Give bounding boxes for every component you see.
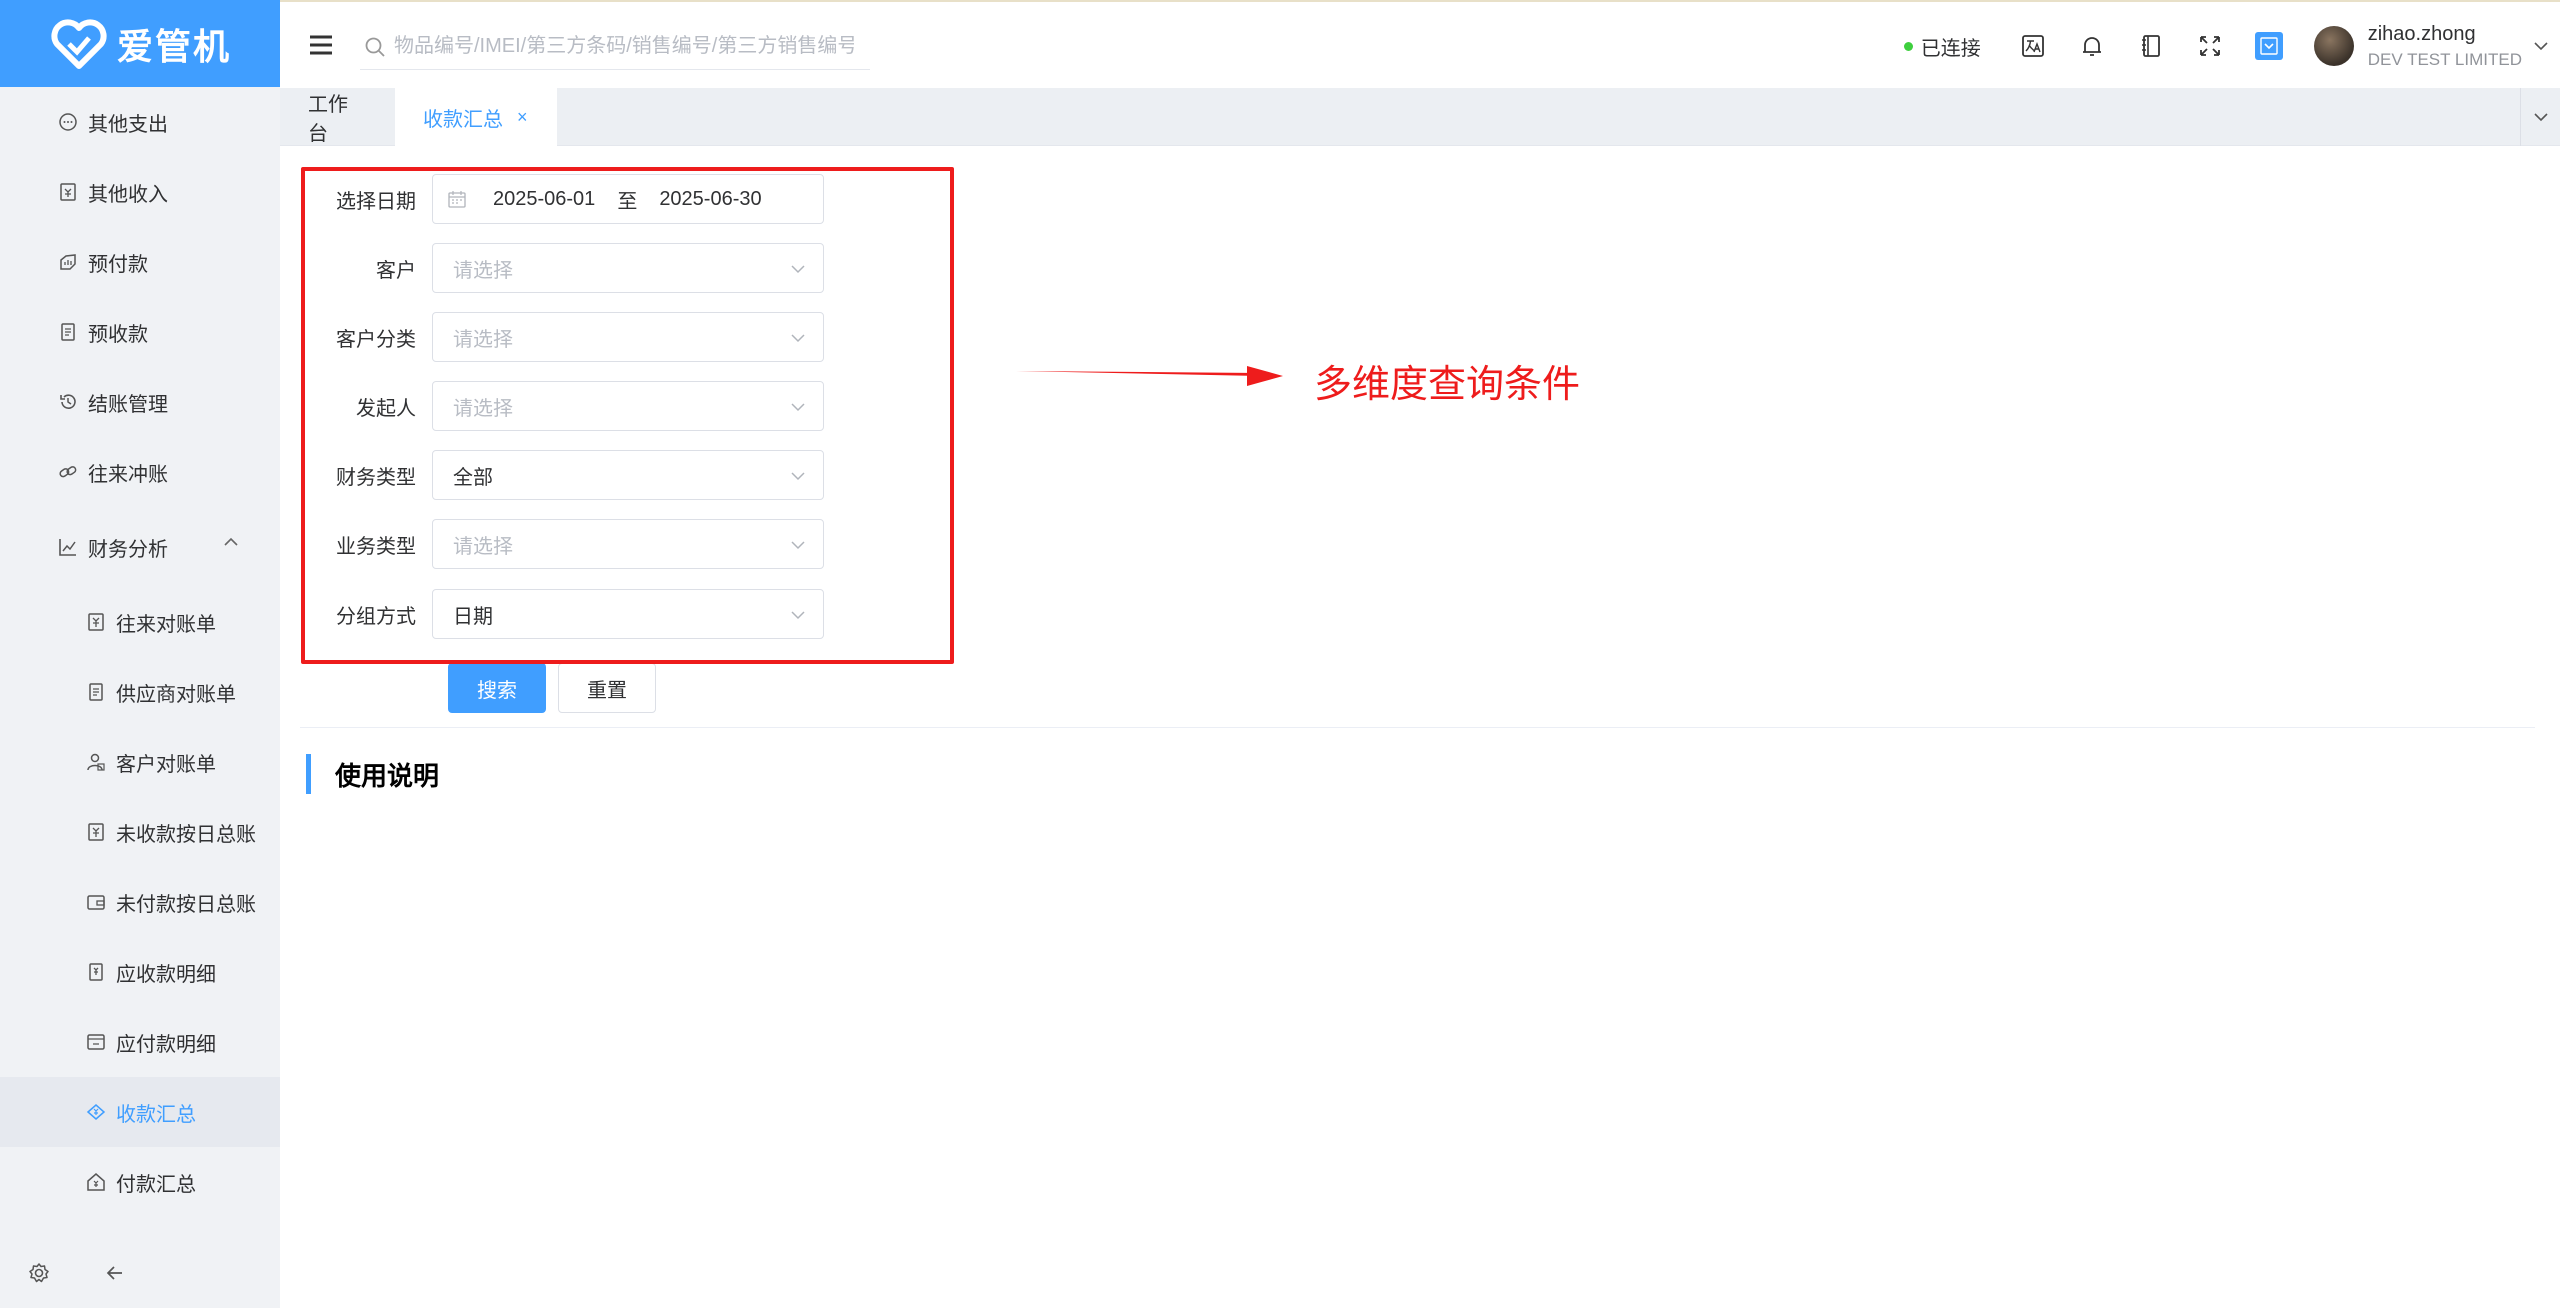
sidebar-item-label: 结账管理	[88, 393, 168, 416]
chevron-down-icon	[2533, 113, 2548, 122]
brand-logo[interactable]: 爱管机	[0, 0, 280, 87]
payment-icon	[86, 1172, 106, 1192]
search-icon	[365, 37, 385, 57]
sidebar-subitem-payable-detail[interactable]: 应付款明细	[0, 1007, 280, 1077]
sidebar-item-closing[interactable]: 结账管理	[0, 367, 280, 437]
chart-icon	[58, 537, 78, 557]
sidebar-subitem-receivable-detail[interactable]: 应收款明细	[0, 937, 280, 1007]
sidebar-subitem-supplier-statement[interactable]: 供应商对账单	[0, 657, 280, 727]
sidebar-item-label: 收款汇总	[116, 1103, 196, 1126]
wallet-icon	[86, 892, 106, 912]
close-icon[interactable]: ×	[517, 107, 528, 128]
sidebar-item-other-income[interactable]: 其他收入	[0, 157, 280, 227]
annotation-highlight-box	[301, 167, 954, 664]
link-icon	[58, 462, 78, 482]
yen-document-icon	[86, 612, 106, 632]
translate-icon[interactable]	[2019, 32, 2047, 60]
receipt-icon	[86, 962, 106, 982]
sidebar-footer	[0, 1238, 280, 1308]
sidebar-item-label: 供应商对账单	[116, 683, 236, 706]
sidebar-item-offset[interactable]: 往来冲账	[0, 437, 280, 507]
sidebar-item-advance-receipt[interactable]: 预收款	[0, 297, 280, 367]
document-icon	[86, 682, 106, 702]
search-button[interactable]: 搜索	[448, 663, 546, 713]
dropdown-toggle-icon[interactable]	[2254, 32, 2283, 60]
heart-logo-icon	[51, 18, 107, 69]
user-name: zihao.zhong	[2367, 22, 2476, 45]
sidebar-item-label: 往来冲账	[88, 463, 168, 486]
avatar[interactable]	[2313, 26, 2354, 66]
sidebar-item-label: 预付款	[88, 253, 148, 276]
chevron-up-icon	[224, 537, 238, 546]
sidebar-item-label: 往来对账单	[116, 613, 216, 636]
search-input[interactable]	[394, 35, 854, 58]
bell-icon[interactable]	[2078, 32, 2106, 60]
sidebar-subitem-unreceived-daily[interactable]: 未收款按日总账	[0, 797, 280, 867]
connection-status: 已连接	[1903, 32, 1981, 61]
annotation-text: 多维度查询条件	[1314, 362, 1581, 406]
collection-icon	[86, 1102, 106, 1122]
brand-name: 爱管机	[116, 25, 231, 67]
other-expense-icon	[58, 112, 78, 132]
sidebar-item-label: 应收款明细	[116, 963, 216, 986]
sidebar-item-label: 财务分析	[88, 538, 168, 561]
fullscreen-icon[interactable]	[2196, 32, 2224, 60]
top-header: 已连接 zihao.zhong DEV TEST LIMITED	[280, 0, 2560, 88]
tab-workbench[interactable]: 工作台	[280, 88, 395, 146]
sidebar-item-label: 其他支出	[88, 113, 168, 136]
status-dot	[1903, 41, 1913, 51]
global-search	[360, 24, 870, 70]
other-income-icon	[58, 182, 78, 202]
user-info[interactable]: zihao.zhong DEV TEST LIMITED	[2368, 23, 2522, 70]
status-text: 已连接	[1920, 37, 1981, 60]
sidebar-subitem-ledger[interactable]: 往来对账单	[0, 587, 280, 657]
notebook-icon[interactable]	[2137, 32, 2165, 60]
header-actions: 已连接 zihao.zhong DEV TEST LIMITED	[1903, 2, 2560, 90]
sidebar-item-label: 其他收入	[88, 183, 168, 206]
section-title: 使用说明	[306, 754, 439, 794]
sidebar-menu: 其他支出 其他收入 预付款 预收款 结账管理 往来冲账 财务分析 往来对账单 供…	[0, 87, 280, 1217]
sidebar-subitem-collection-summary[interactable]: 收款汇总	[0, 1077, 280, 1147]
tab-bar: 工作台 收款汇总 ×	[280, 88, 2560, 146]
payable-icon	[86, 1032, 106, 1052]
tab-collection-summary[interactable]: 收款汇总 ×	[395, 88, 557, 146]
sidebar-item-label: 应付款明细	[116, 1033, 216, 1056]
reset-button[interactable]: 重置	[558, 663, 656, 713]
prepayment-icon	[58, 252, 78, 272]
settings-icon[interactable]	[28, 1262, 50, 1284]
yen-document-icon	[86, 822, 106, 842]
sidebar-item-label: 预收款	[88, 323, 148, 346]
sidebar-subitem-unpaid-daily[interactable]: 未付款按日总账	[0, 867, 280, 937]
chevron-down-icon[interactable]	[2532, 37, 2550, 55]
tab-menu-button[interactable]	[2520, 88, 2560, 146]
user-document-icon	[86, 752, 106, 772]
collapse-sidebar-icon[interactable]	[104, 1262, 126, 1284]
user-company: DEV TEST LIMITED	[2367, 49, 2522, 69]
sidebar-item-other-expense[interactable]: 其他支出	[0, 87, 280, 157]
advance-receipt-icon	[58, 322, 78, 342]
history-icon	[58, 392, 78, 412]
sidebar-item-label: 未付款按日总账	[116, 893, 256, 916]
divider	[300, 727, 2535, 728]
sidebar-item-finance-analysis[interactable]: 财务分析	[0, 507, 280, 587]
sidebar-item-label: 付款汇总	[116, 1173, 196, 1196]
sidebar-subitem-customer-statement[interactable]: 客户对账单	[0, 727, 280, 797]
tab-label: 工作台	[308, 94, 348, 145]
sidebar-subitem-payment-summary[interactable]: 付款汇总	[0, 1147, 280, 1217]
sidebar-item-label: 客户对账单	[116, 753, 216, 776]
menu-toggle-icon[interactable]	[308, 32, 334, 58]
annotation-arrow	[1015, 366, 1283, 386]
sidebar-item-label: 未收款按日总账	[116, 823, 256, 846]
tab-label: 收款汇总	[423, 108, 503, 131]
sidebar: 爱管机 其他支出 其他收入 预付款 预收款 结账管理 往来冲账 财务分析 往来对…	[0, 0, 280, 1308]
sidebar-item-prepayment[interactable]: 预付款	[0, 227, 280, 297]
